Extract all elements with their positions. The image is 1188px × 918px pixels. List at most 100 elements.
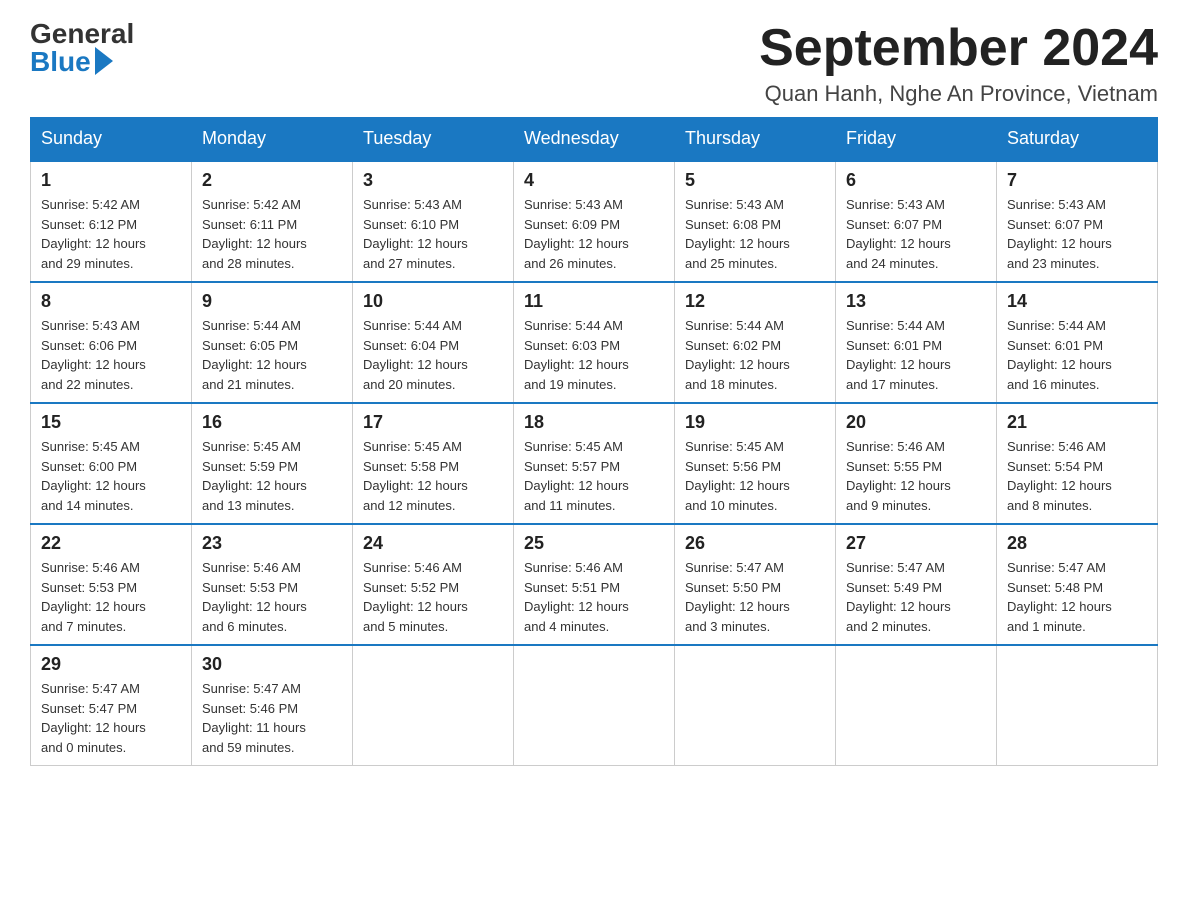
day-number: 12 bbox=[685, 291, 825, 312]
calendar-cell: 13 Sunrise: 5:44 AMSunset: 6:01 PMDaylig… bbox=[836, 282, 997, 403]
calendar-cell: 5 Sunrise: 5:43 AMSunset: 6:08 PMDayligh… bbox=[675, 161, 836, 283]
calendar-cell bbox=[514, 645, 675, 766]
day-number: 10 bbox=[363, 291, 503, 312]
calendar-cell: 8 Sunrise: 5:43 AMSunset: 6:06 PMDayligh… bbox=[31, 282, 192, 403]
calendar-cell: 16 Sunrise: 5:45 AMSunset: 5:59 PMDaylig… bbox=[192, 403, 353, 524]
weekday-header-friday: Friday bbox=[836, 118, 997, 161]
calendar-cell: 14 Sunrise: 5:44 AMSunset: 6:01 PMDaylig… bbox=[997, 282, 1158, 403]
day-info: Sunrise: 5:44 AMSunset: 6:03 PMDaylight:… bbox=[524, 318, 629, 392]
day-number: 9 bbox=[202, 291, 342, 312]
day-number: 22 bbox=[41, 533, 181, 554]
weekday-header-monday: Monday bbox=[192, 118, 353, 161]
weekday-header-sunday: Sunday bbox=[31, 118, 192, 161]
calendar-cell: 24 Sunrise: 5:46 AMSunset: 5:52 PMDaylig… bbox=[353, 524, 514, 645]
calendar-cell: 3 Sunrise: 5:43 AMSunset: 6:10 PMDayligh… bbox=[353, 161, 514, 283]
day-number: 5 bbox=[685, 170, 825, 191]
day-info: Sunrise: 5:45 AMSunset: 5:58 PMDaylight:… bbox=[363, 439, 468, 513]
day-number: 28 bbox=[1007, 533, 1147, 554]
title-area: September 2024 Quan Hanh, Nghe An Provin… bbox=[759, 20, 1158, 107]
calendar-cell: 1 Sunrise: 5:42 AMSunset: 6:12 PMDayligh… bbox=[31, 161, 192, 283]
calendar-cell bbox=[836, 645, 997, 766]
day-number: 3 bbox=[363, 170, 503, 191]
calendar-cell: 2 Sunrise: 5:42 AMSunset: 6:11 PMDayligh… bbox=[192, 161, 353, 283]
day-number: 24 bbox=[363, 533, 503, 554]
day-info: Sunrise: 5:46 AMSunset: 5:54 PMDaylight:… bbox=[1007, 439, 1112, 513]
calendar-cell: 15 Sunrise: 5:45 AMSunset: 6:00 PMDaylig… bbox=[31, 403, 192, 524]
day-number: 18 bbox=[524, 412, 664, 433]
day-info: Sunrise: 5:44 AMSunset: 6:04 PMDaylight:… bbox=[363, 318, 468, 392]
calendar-title: September 2024 bbox=[759, 20, 1158, 77]
calendar-week-row: 15 Sunrise: 5:45 AMSunset: 6:00 PMDaylig… bbox=[31, 403, 1158, 524]
calendar-cell: 12 Sunrise: 5:44 AMSunset: 6:02 PMDaylig… bbox=[675, 282, 836, 403]
page-header: General Blue September 2024 Quan Hanh, N… bbox=[30, 20, 1158, 107]
calendar-cell: 27 Sunrise: 5:47 AMSunset: 5:49 PMDaylig… bbox=[836, 524, 997, 645]
calendar-cell: 26 Sunrise: 5:47 AMSunset: 5:50 PMDaylig… bbox=[675, 524, 836, 645]
day-info: Sunrise: 5:43 AMSunset: 6:08 PMDaylight:… bbox=[685, 197, 790, 271]
day-number: 11 bbox=[524, 291, 664, 312]
day-info: Sunrise: 5:42 AMSunset: 6:12 PMDaylight:… bbox=[41, 197, 146, 271]
calendar-cell bbox=[997, 645, 1158, 766]
day-number: 7 bbox=[1007, 170, 1147, 191]
day-info: Sunrise: 5:45 AMSunset: 6:00 PMDaylight:… bbox=[41, 439, 146, 513]
day-info: Sunrise: 5:47 AMSunset: 5:46 PMDaylight:… bbox=[202, 681, 306, 755]
calendar-cell: 25 Sunrise: 5:46 AMSunset: 5:51 PMDaylig… bbox=[514, 524, 675, 645]
day-number: 25 bbox=[524, 533, 664, 554]
day-info: Sunrise: 5:47 AMSunset: 5:49 PMDaylight:… bbox=[846, 560, 951, 634]
day-number: 30 bbox=[202, 654, 342, 675]
day-info: Sunrise: 5:44 AMSunset: 6:01 PMDaylight:… bbox=[1007, 318, 1112, 392]
day-info: Sunrise: 5:46 AMSunset: 5:53 PMDaylight:… bbox=[202, 560, 307, 634]
calendar-cell: 19 Sunrise: 5:45 AMSunset: 5:56 PMDaylig… bbox=[675, 403, 836, 524]
day-number: 13 bbox=[846, 291, 986, 312]
calendar-cell: 28 Sunrise: 5:47 AMSunset: 5:48 PMDaylig… bbox=[997, 524, 1158, 645]
calendar-cell: 9 Sunrise: 5:44 AMSunset: 6:05 PMDayligh… bbox=[192, 282, 353, 403]
calendar-cell bbox=[675, 645, 836, 766]
day-number: 27 bbox=[846, 533, 986, 554]
day-info: Sunrise: 5:45 AMSunset: 5:56 PMDaylight:… bbox=[685, 439, 790, 513]
day-info: Sunrise: 5:43 AMSunset: 6:09 PMDaylight:… bbox=[524, 197, 629, 271]
calendar-cell: 30 Sunrise: 5:47 AMSunset: 5:46 PMDaylig… bbox=[192, 645, 353, 766]
logo-blue-text: Blue bbox=[30, 48, 91, 76]
weekday-header-row: SundayMondayTuesdayWednesdayThursdayFrid… bbox=[31, 118, 1158, 161]
calendar-week-row: 8 Sunrise: 5:43 AMSunset: 6:06 PMDayligh… bbox=[31, 282, 1158, 403]
calendar-cell: 22 Sunrise: 5:46 AMSunset: 5:53 PMDaylig… bbox=[31, 524, 192, 645]
day-info: Sunrise: 5:46 AMSunset: 5:53 PMDaylight:… bbox=[41, 560, 146, 634]
calendar-week-row: 22 Sunrise: 5:46 AMSunset: 5:53 PMDaylig… bbox=[31, 524, 1158, 645]
day-number: 29 bbox=[41, 654, 181, 675]
day-info: Sunrise: 5:43 AMSunset: 6:07 PMDaylight:… bbox=[1007, 197, 1112, 271]
calendar-week-row: 1 Sunrise: 5:42 AMSunset: 6:12 PMDayligh… bbox=[31, 161, 1158, 283]
logo: General Blue bbox=[30, 20, 134, 76]
day-number: 19 bbox=[685, 412, 825, 433]
calendar-body: 1 Sunrise: 5:42 AMSunset: 6:12 PMDayligh… bbox=[31, 161, 1158, 766]
calendar-cell bbox=[353, 645, 514, 766]
calendar-cell: 21 Sunrise: 5:46 AMSunset: 5:54 PMDaylig… bbox=[997, 403, 1158, 524]
day-number: 17 bbox=[363, 412, 503, 433]
day-info: Sunrise: 5:44 AMSunset: 6:02 PMDaylight:… bbox=[685, 318, 790, 392]
weekday-header-tuesday: Tuesday bbox=[353, 118, 514, 161]
day-number: 6 bbox=[846, 170, 986, 191]
day-info: Sunrise: 5:45 AMSunset: 5:59 PMDaylight:… bbox=[202, 439, 307, 513]
calendar-cell: 23 Sunrise: 5:46 AMSunset: 5:53 PMDaylig… bbox=[192, 524, 353, 645]
day-info: Sunrise: 5:43 AMSunset: 6:10 PMDaylight:… bbox=[363, 197, 468, 271]
day-info: Sunrise: 5:47 AMSunset: 5:50 PMDaylight:… bbox=[685, 560, 790, 634]
calendar-cell: 4 Sunrise: 5:43 AMSunset: 6:09 PMDayligh… bbox=[514, 161, 675, 283]
weekday-header-thursday: Thursday bbox=[675, 118, 836, 161]
day-number: 14 bbox=[1007, 291, 1147, 312]
day-number: 21 bbox=[1007, 412, 1147, 433]
calendar-subtitle: Quan Hanh, Nghe An Province, Vietnam bbox=[759, 81, 1158, 107]
weekday-header-saturday: Saturday bbox=[997, 118, 1158, 161]
day-info: Sunrise: 5:43 AMSunset: 6:06 PMDaylight:… bbox=[41, 318, 146, 392]
day-number: 26 bbox=[685, 533, 825, 554]
day-number: 20 bbox=[846, 412, 986, 433]
calendar-cell: 18 Sunrise: 5:45 AMSunset: 5:57 PMDaylig… bbox=[514, 403, 675, 524]
logo-arrow-icon bbox=[95, 47, 113, 75]
weekday-header-wednesday: Wednesday bbox=[514, 118, 675, 161]
calendar-cell: 20 Sunrise: 5:46 AMSunset: 5:55 PMDaylig… bbox=[836, 403, 997, 524]
day-number: 2 bbox=[202, 170, 342, 191]
day-info: Sunrise: 5:46 AMSunset: 5:51 PMDaylight:… bbox=[524, 560, 629, 634]
logo-general-text: General bbox=[30, 20, 134, 48]
day-info: Sunrise: 5:44 AMSunset: 6:01 PMDaylight:… bbox=[846, 318, 951, 392]
day-info: Sunrise: 5:43 AMSunset: 6:07 PMDaylight:… bbox=[846, 197, 951, 271]
calendar-cell: 7 Sunrise: 5:43 AMSunset: 6:07 PMDayligh… bbox=[997, 161, 1158, 283]
day-info: Sunrise: 5:44 AMSunset: 6:05 PMDaylight:… bbox=[202, 318, 307, 392]
day-number: 15 bbox=[41, 412, 181, 433]
